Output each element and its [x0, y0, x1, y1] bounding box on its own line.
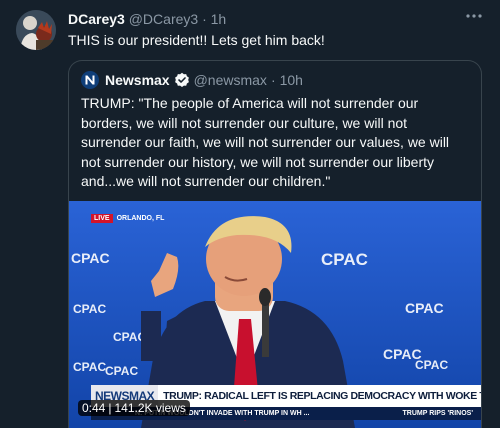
backdrop-text: CPAC [321, 250, 368, 269]
tweet-header: DCarey3 @DCarey3 · 1h [68, 10, 226, 28]
backdrop-text: CPAC [405, 300, 444, 316]
video-player[interactable]: CPAC CPAC CPAC CPAC CPAC CPAC CPAC CPAC … [69, 201, 481, 428]
quoted-author-name[interactable]: Newsmax [105, 72, 170, 88]
video-duration: 0:44 [82, 401, 106, 415]
backdrop-text: CPAC [73, 302, 106, 316]
tweet[interactable]: DCarey3 @DCarey3 · 1h THIS is our presid… [0, 0, 500, 428]
quoted-timestamp[interactable]: 10h [280, 72, 303, 88]
more-options-icon[interactable] [462, 8, 486, 28]
quoted-author-handle[interactable]: @newsmax [194, 72, 267, 88]
more-horizontal-icon [466, 14, 482, 18]
ticker-item: TRUMP RIPS 'RINOS' [402, 410, 474, 417]
avatar-image [16, 10, 56, 50]
backdrop-text: CPAC [71, 250, 110, 266]
tweet-text: THIS is our president!! Lets get him bac… [68, 32, 325, 48]
tweet-timestamp[interactable]: 1h [211, 11, 227, 27]
backdrop-text: CPAC [415, 358, 448, 372]
location-label: ORLANDO, FL [116, 214, 165, 222]
quoted-tweet[interactable]: Newsmax @newsmax · 10h TRUMP: "The peopl… [68, 60, 482, 428]
newsmax-logo-icon[interactable] [81, 71, 99, 89]
video-views: 141.2K views [114, 401, 186, 415]
live-badge: LIVE ORLANDO, FL [91, 213, 164, 223]
live-label: LIVE [91, 213, 113, 223]
quoted-separator-dot: · [270, 72, 276, 88]
separator-dot: · [202, 11, 207, 27]
backdrop-text: CPAC [105, 364, 138, 378]
avatar[interactable] [16, 10, 56, 50]
verified-badge-icon [174, 72, 189, 87]
quoted-tweet-header: Newsmax @newsmax · 10h [81, 70, 303, 90]
news-headline: TRUMP: RADICAL LEFT IS REPLACING DEMOCRA… [158, 385, 481, 407]
author-name[interactable]: DCarey3 [68, 11, 125, 27]
author-handle[interactable]: @DCarey3 [129, 11, 198, 27]
backdrop-text: CPAC [73, 360, 106, 374]
video-duration-views-badge: 0:44 | 141.2K views [78, 400, 190, 416]
quoted-tweet-text: TRUMP: "The people of America will not s… [81, 95, 450, 189]
newsmax-n-icon [85, 75, 95, 85]
badge-separator: | [108, 401, 112, 415]
